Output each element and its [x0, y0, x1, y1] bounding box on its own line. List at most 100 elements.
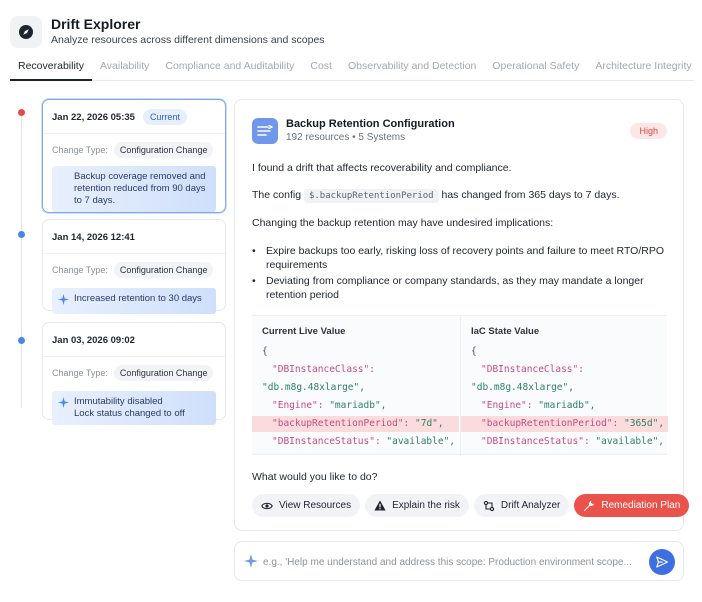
diff-key: "backupRetentionPeriod": [481, 418, 619, 429]
diff-value: "mariadb", [323, 400, 387, 411]
tab-architecture-integrity[interactable]: Architecture Integrity [587, 56, 699, 81]
diff-value: { [262, 346, 268, 357]
drift-detail-panel: Backup Retention Configuration 192 resou… [234, 99, 690, 531]
diff-value: "mariadb", [532, 400, 596, 411]
send-icon [656, 556, 668, 568]
divider [43, 133, 225, 134]
diff-key: "Engine": [481, 400, 533, 411]
tab-cost[interactable]: Cost [302, 56, 340, 81]
event-summary: Immutability disabled Lock status change… [52, 391, 216, 425]
diff-line: "db.m8g.48xlarge", [252, 380, 459, 396]
sparkle-icon [58, 396, 74, 420]
diff-line: "Engine": "mariadb", [252, 398, 459, 414]
diff-line: "db.m8g.48xlarge", [461, 380, 668, 396]
view-resources-button[interactable]: View Resources [252, 494, 361, 517]
change-type-badge: Configuration Change [113, 142, 214, 158]
iac-value-header: IaC State Value [471, 326, 540, 337]
backup-config-icon [252, 118, 278, 144]
timeline-dot [18, 231, 25, 238]
value-diff: Current Live Value { "DBInstanceClass": "d… [252, 315, 668, 456]
tab-observability[interactable]: Observability and Detection [340, 56, 484, 81]
diff-line: "DBInstanceClass": [461, 362, 668, 378]
divider [43, 253, 225, 254]
timeline-line [21, 114, 22, 408]
diff-key: "DBInstanceStatus": [481, 436, 590, 447]
page-subtitle: Analyze resources across different dimen… [51, 34, 325, 46]
diff-line: { [252, 344, 459, 360]
remediation-plan-button[interactable]: Remediation Plan [574, 494, 690, 517]
page-title: Drift Explorer [51, 16, 141, 32]
drift-analyzer-button[interactable]: Drift Analyzer [473, 494, 570, 517]
chat-box [234, 541, 684, 581]
list-item: • Deviating from compliance or company s… [252, 275, 644, 301]
timeline-dot [18, 337, 25, 344]
action-prompt: What would you like to do? [252, 471, 378, 483]
event-date: Jan 03, 2026 09:02 [52, 334, 135, 346]
diff-key: "backupRetentionPeriod": [272, 418, 410, 429]
intro-text: I found a drift that affects recoverabil… [252, 162, 512, 174]
diff-value: "db.m8g.48xlarge", [471, 382, 574, 393]
diff-key: "Engine": [272, 400, 324, 411]
live-value-column: Current Live Value { "DBInstanceClass": "d… [252, 316, 459, 456]
warning-icon [374, 500, 386, 511]
tab-operational-safety[interactable]: Operational Safety [484, 56, 587, 81]
config-suffix: has changed from 365 days to 7 days. [441, 189, 620, 201]
event-summary-text: Backup coverage removed and retention re… [74, 171, 206, 206]
live-value-header: Current Live Value [262, 326, 346, 337]
diff-line: "DBInstanceStatus": "available", [252, 434, 459, 450]
implications-list: • Expire backups too early, risking loss… [252, 244, 672, 304]
diff-value: "365d", [618, 418, 665, 429]
timeline-event-card[interactable]: Jan 03, 2026 09:02 Change Type: Configur… [42, 322, 226, 425]
diff-value: { [471, 346, 477, 357]
diff-key: "DBInstanceClass": [481, 364, 584, 375]
change-type-badge: Configuration Change [113, 262, 214, 278]
eye-icon [261, 502, 273, 509]
resource-title: Backup Retention Configuration [286, 118, 455, 130]
dimension-tabs: Recoverability Availability Compliance a… [10, 56, 694, 81]
diff-line: "DBInstanceClass": [252, 362, 459, 378]
implications-text: Changing the backup retention may have u… [252, 217, 554, 229]
change-type-badge: Configuration Change [113, 365, 214, 381]
change-type-label: Change Type: [52, 265, 108, 275]
event-summary-text: Increased retention to 30 days [74, 293, 202, 304]
event-summary-text: Immutability disabled Lock status change… [74, 396, 185, 419]
timeline-event-card[interactable]: Jan 14, 2026 12:41 Change Type: Configur… [42, 219, 226, 314]
severity-badge: High [630, 123, 667, 139]
diff-value: "available", [380, 436, 456, 447]
config-key-chip: $.backupRetentionPeriod [303, 189, 439, 203]
sparkle-icon [58, 293, 74, 309]
divider [43, 356, 225, 357]
resource-meta: 192 resources • 5 Systems [286, 132, 406, 143]
event-date: Jan 14, 2026 12:41 [52, 231, 135, 243]
tab-availability[interactable]: Availability [92, 56, 157, 81]
event-summary: Increased retention to 30 days [52, 288, 216, 314]
iac-value-column: IaC State Value { "DBInstanceClass": "db.m… [460, 316, 668, 456]
tab-compliance[interactable]: Compliance and Auditability [157, 56, 302, 81]
current-badge: Current [142, 109, 187, 125]
app-header: Drift Explorer Analyze resources across … [10, 12, 325, 52]
config-prefix: The config [252, 189, 302, 201]
sparkle-icon [244, 554, 258, 571]
analyzer-icon [483, 500, 495, 511]
timeline-event-card[interactable]: Jan 22, 2026 05:35 Current Change Type: … [42, 99, 226, 213]
diff-value: "available", [589, 436, 665, 447]
diff-value: "db.m8g.48xlarge", [262, 382, 365, 393]
config-change-text: The config $.backupRetentionPeriod has c… [252, 188, 620, 203]
wrench-icon [584, 500, 595, 511]
send-button[interactable] [649, 549, 675, 575]
explain-risk-button[interactable]: Explain the risk [365, 494, 469, 517]
list-item: • Expire backups too early, risking loss… [252, 245, 665, 271]
diff-line: "DBInstanceStatus": "available", [461, 434, 668, 450]
change-type-label: Change Type: [52, 145, 108, 155]
diff-line: "backupRetentionPeriod": "365d", [461, 416, 668, 432]
action-buttons: View Resources Explain the risk Drift An… [252, 494, 694, 517]
diff-key: "DBInstanceStatus": [272, 436, 381, 447]
timeline-dot-current [18, 109, 25, 116]
diff-line: "backupRetentionPeriod": "7d", [252, 416, 459, 432]
diff-value: "7d", [409, 418, 444, 429]
event-summary: Backup coverage removed and retention re… [52, 166, 216, 212]
diff-line: { [461, 344, 668, 360]
chat-input[interactable] [263, 553, 638, 571]
change-type-label: Change Type: [52, 368, 108, 378]
tab-recoverability[interactable]: Recoverability [10, 56, 92, 81]
